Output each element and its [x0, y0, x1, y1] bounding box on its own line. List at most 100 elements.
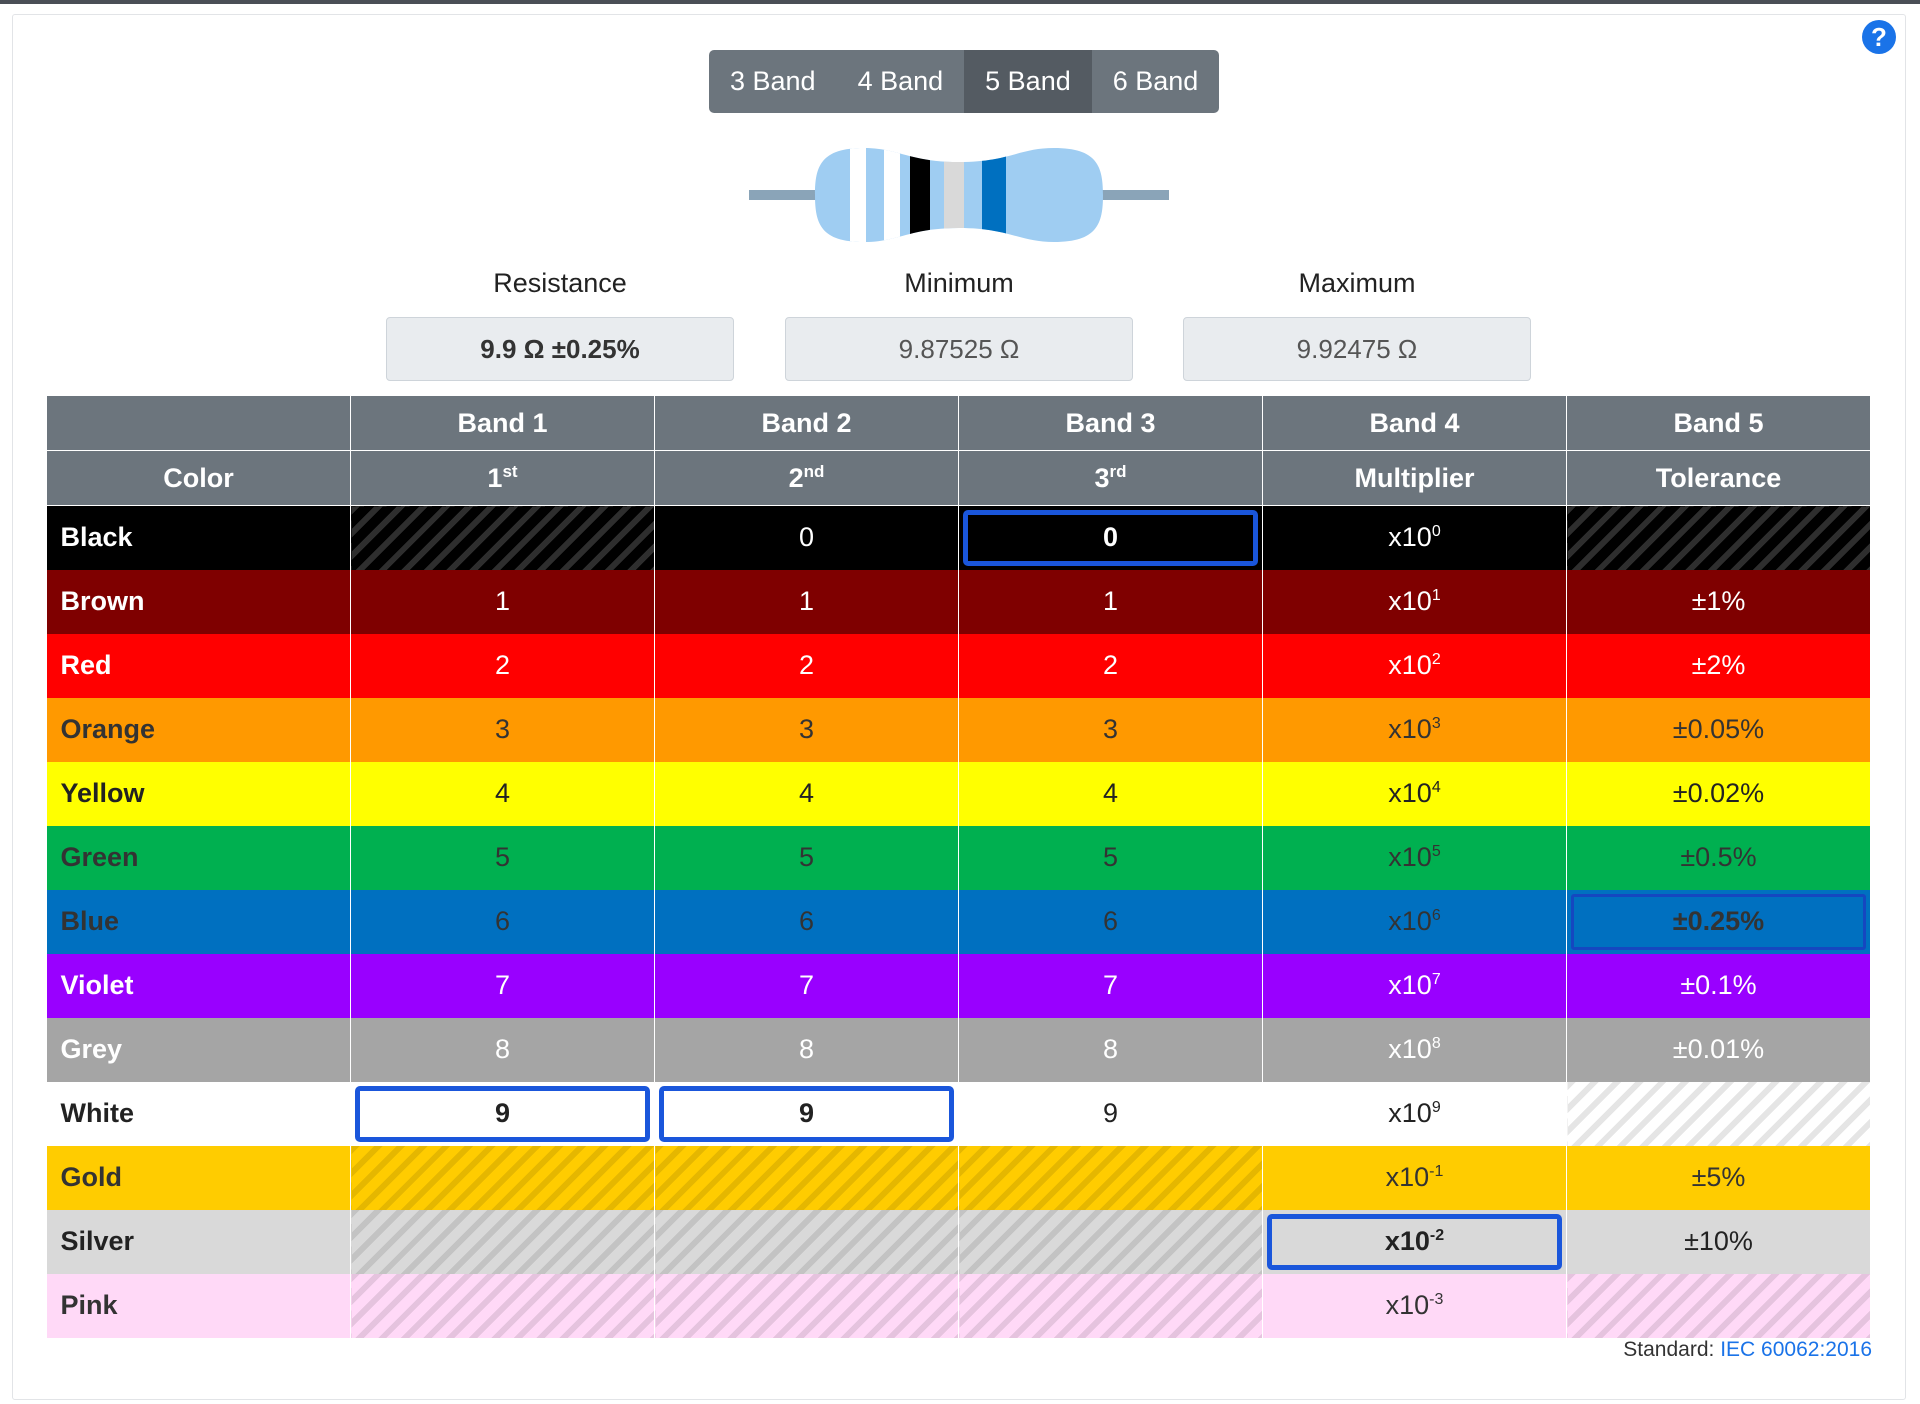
- band-1-cell: [350, 1209, 655, 1274]
- band-2-cell[interactable]: 8: [654, 1017, 959, 1082]
- multiplier-cell[interactable]: x107: [1262, 953, 1567, 1018]
- band-2-cell[interactable]: 2: [654, 633, 959, 698]
- color-name: Orange: [46, 697, 351, 762]
- header-color: Color: [46, 450, 351, 506]
- multiplier-cell[interactable]: x10-1: [1262, 1145, 1567, 1210]
- band-3-cell[interactable]: 1: [958, 569, 1263, 634]
- band-mode-button-6-band[interactable]: 6 Band: [1091, 50, 1220, 113]
- band-3-cell[interactable]: 8: [958, 1017, 1263, 1082]
- band-2-cell[interactable]: 5: [654, 825, 959, 890]
- color-name: Grey: [46, 1017, 351, 1082]
- multiplier-cell[interactable]: x102: [1262, 633, 1567, 698]
- tolerance-cell: [1566, 505, 1871, 570]
- color-row-violet: Violet 7 7 7 x107 ±0.1%: [46, 953, 1871, 1018]
- tolerance-cell: [1566, 1081, 1871, 1146]
- tolerance-cell[interactable]: ±0.01%: [1566, 1017, 1871, 1082]
- resistor-lead-left: [749, 190, 819, 200]
- color-row-brown: Brown 1 1 1 x101 ±1%: [46, 569, 1871, 634]
- tolerance-cell[interactable]: ±0.25%: [1566, 889, 1871, 954]
- color-row-green: Green 5 5 5 x105 ±0.5%: [46, 825, 1871, 890]
- multiplier-cell[interactable]: x10-2: [1262, 1209, 1567, 1274]
- band-2-cell[interactable]: 7: [654, 953, 959, 1018]
- tolerance-cell[interactable]: ±0.1%: [1566, 953, 1871, 1018]
- band-2-cell[interactable]: 6: [654, 889, 959, 954]
- minimum-label: Minimum: [904, 268, 1014, 298]
- band-1-cell: [350, 505, 655, 570]
- color-row-grey: Grey 8 8 8 x108 ±0.01%: [46, 1017, 1871, 1082]
- band-3-cell[interactable]: 6: [958, 889, 1263, 954]
- band-3-cell[interactable]: 9: [958, 1081, 1263, 1146]
- tolerance-cell[interactable]: ±5%: [1566, 1145, 1871, 1210]
- color-name: Silver: [46, 1209, 351, 1274]
- multiplier-cell[interactable]: x105: [1262, 825, 1567, 890]
- header-band-3: Band 3: [958, 395, 1263, 451]
- tolerance-cell[interactable]: ±10%: [1566, 1209, 1871, 1274]
- color-row-pink: Pink x10-3: [46, 1273, 1871, 1338]
- header-band-2: Band 2: [654, 395, 959, 451]
- band-1-cell[interactable]: 9: [350, 1081, 655, 1146]
- band-3-cell[interactable]: 5: [958, 825, 1263, 890]
- color-name: Green: [46, 825, 351, 890]
- color-row-silver: Silver x10-2 ±10%: [46, 1209, 1871, 1274]
- color-row-yellow: Yellow 4 4 4 x104 ±0.02%: [46, 761, 1871, 826]
- header-band-5: Band 5: [1566, 395, 1871, 451]
- color-name: Yellow: [46, 761, 351, 826]
- resistor-band-4: [944, 148, 964, 242]
- band-3-cell[interactable]: 7: [958, 953, 1263, 1018]
- band-1-cell[interactable]: 4: [350, 761, 655, 826]
- header-row-bands: Band 1 Band 2 Band 3 Band 4 Band 5: [46, 395, 1871, 451]
- tolerance-cell[interactable]: ±2%: [1566, 633, 1871, 698]
- multiplier-cell[interactable]: x103: [1262, 697, 1567, 762]
- band-3-cell[interactable]: 0: [958, 505, 1263, 570]
- color-row-orange: Orange 3 3 3 x103 ±0.05%: [46, 697, 1871, 762]
- band-1-cell[interactable]: 8: [350, 1017, 655, 1082]
- band-2-cell[interactable]: 9: [654, 1081, 959, 1146]
- resistor-band-3: [910, 148, 930, 242]
- resistor-band-5: [982, 148, 1006, 242]
- color-name: Blue: [46, 889, 351, 954]
- band-3-cell[interactable]: 2: [958, 633, 1263, 698]
- help-icon[interactable]: ?: [1862, 20, 1896, 54]
- band-2-cell[interactable]: 0: [654, 505, 959, 570]
- resistor-illustration: [749, 148, 1169, 242]
- standard-link[interactable]: IEC 60062:2016: [1720, 1338, 1872, 1361]
- band-2-cell: [654, 1273, 959, 1338]
- header-tolerance: Tolerance: [1566, 450, 1871, 506]
- band-mode-button-3-band[interactable]: 3 Band: [709, 50, 837, 113]
- band-mode-button-4-band[interactable]: 4 Band: [836, 50, 965, 113]
- tolerance-cell[interactable]: ±0.02%: [1566, 761, 1871, 826]
- band-1-cell: [350, 1273, 655, 1338]
- band-2-cell[interactable]: 3: [654, 697, 959, 762]
- color-name: Red: [46, 633, 351, 698]
- multiplier-cell[interactable]: x108: [1262, 1017, 1567, 1082]
- band-1-cell[interactable]: 1: [350, 569, 655, 634]
- multiplier-cell[interactable]: x104: [1262, 761, 1567, 826]
- header-multiplier: Multiplier: [1262, 450, 1567, 506]
- header-band-4: Band 4: [1262, 395, 1567, 451]
- tolerance-cell[interactable]: ±0.5%: [1566, 825, 1871, 890]
- color-name: White: [46, 1081, 351, 1146]
- band-1-cell[interactable]: 2: [350, 633, 655, 698]
- band-1-cell[interactable]: 7: [350, 953, 655, 1018]
- multiplier-cell[interactable]: x100: [1262, 505, 1567, 570]
- tolerance-cell[interactable]: ±1%: [1566, 569, 1871, 634]
- multiplier-cell[interactable]: x10-3: [1262, 1273, 1567, 1338]
- band-2-cell[interactable]: 4: [654, 761, 959, 826]
- multiplier-cell[interactable]: x106: [1262, 889, 1567, 954]
- color-row-blue: Blue 6 6 6 x106 ±0.25%: [46, 889, 1871, 954]
- band-3-cell[interactable]: 3: [958, 697, 1263, 762]
- resistor-band-1: [850, 148, 866, 242]
- maximum-value: 9.92475 Ω: [1183, 317, 1531, 381]
- band-1-cell[interactable]: 3: [350, 697, 655, 762]
- multiplier-cell[interactable]: x109: [1262, 1081, 1567, 1146]
- band-mode-button-5-band[interactable]: 5 Band: [964, 50, 1092, 113]
- band-3-cell[interactable]: 4: [958, 761, 1263, 826]
- standard-label: Standard:: [1623, 1338, 1715, 1361]
- multiplier-cell[interactable]: x101: [1262, 569, 1567, 634]
- band-1-cell[interactable]: 6: [350, 889, 655, 954]
- tolerance-cell[interactable]: ±0.05%: [1566, 697, 1871, 762]
- band-3-cell: [958, 1145, 1263, 1210]
- tolerance-cell: [1566, 1273, 1871, 1338]
- band-2-cell[interactable]: 1: [654, 569, 959, 634]
- band-1-cell[interactable]: 5: [350, 825, 655, 890]
